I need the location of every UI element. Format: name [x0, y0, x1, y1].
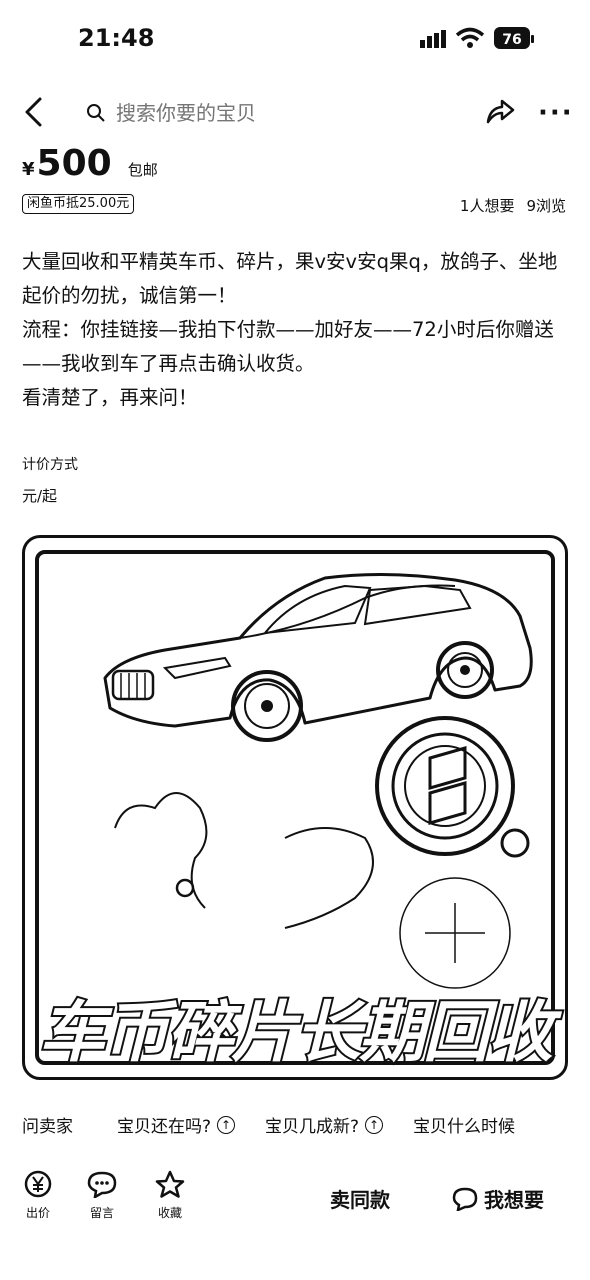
shipping-label: 包邮: [127, 161, 158, 179]
pricing-method-value: 元/起: [22, 487, 58, 505]
image-banner-text: 车币碎片长期回收: [37, 994, 555, 1071]
description-paragraph: 大量回收和平精英车币、碎片，果v安v安q果q，放鸽子、坐地起价的勿扰，诚信第一！: [22, 250, 558, 307]
chat-bubble-icon: [87, 1171, 117, 1198]
price-section: ¥ 500 包邮: [22, 143, 158, 184]
comment-label: 留言: [89, 1206, 114, 1220]
status-time: 21:48: [78, 24, 155, 52]
bid-label: 出价: [25, 1206, 50, 1220]
star-icon: [155, 1170, 185, 1198]
back-arrow-icon[interactable]: [22, 96, 46, 128]
search-input[interactable]: [114, 100, 438, 126]
wants-count: 1人想要: [459, 197, 515, 215]
want-label: 我想要: [484, 1188, 544, 1212]
quick-question-text: 宝贝还在吗?: [117, 1117, 212, 1137]
favorite-label: 收藏: [157, 1206, 182, 1220]
want-button[interactable]: 我想要: [452, 1184, 544, 1213]
signal-icon: [420, 30, 446, 48]
top-nav: ···: [0, 88, 590, 136]
quick-question-chip[interactable]: 宝贝几成新? ↑: [265, 1112, 384, 1137]
favorite-button[interactable]: 收藏: [150, 1170, 190, 1221]
item-stats: 1人想要 9浏览: [460, 195, 566, 216]
product-image[interactable]: 车币碎片长期回收: [22, 535, 568, 1080]
quick-question-text: 宝贝什么时候: [413, 1117, 516, 1137]
arrow-up-icon: ↑: [217, 1115, 236, 1134]
pricing-method-label: 计价方式: [22, 457, 78, 473]
chat-icon: [452, 1187, 478, 1211]
quick-question-chip[interactable]: 宝贝还在吗? ↑: [117, 1112, 236, 1137]
currency-symbol: ¥: [22, 159, 35, 180]
car-illustration: [103, 572, 533, 989]
coin-deduct-badge: 闲鱼币抵25.00元: [22, 194, 135, 214]
price-amount: 500: [36, 143, 112, 184]
battery-indicator: 76: [494, 27, 534, 49]
description-paragraph: 流程：你挂链接—我拍下付款——加好友——72小时后你赠送——我收到车了再点击确认…: [22, 318, 554, 375]
comment-button[interactable]: 留言: [82, 1170, 122, 1221]
ask-seller-label: 问卖家: [22, 1117, 73, 1137]
quick-question-text: 宝贝几成新?: [265, 1117, 360, 1137]
item-description: 大量回收和平精英车币、碎片，果v安v安q果q，放鸽子、坐地起价的勿扰，诚信第一！…: [22, 245, 567, 415]
wifi-icon: [455, 27, 485, 48]
quick-questions: 问卖家 宝贝还在吗? ↑ 宝贝几成新? ↑ 宝贝什么时候: [22, 1112, 590, 1137]
status-bar: 21:48 76: [0, 0, 590, 80]
views-count: 9浏览: [526, 197, 566, 215]
search-icon: [87, 104, 105, 122]
yen-coin-icon: [24, 1170, 52, 1198]
sell-same-button[interactable]: 卖同款: [330, 1184, 390, 1213]
description-paragraph: 看清楚了，再来问！: [22, 386, 198, 409]
bottom-action-bar: 出价 留言 收藏 卖同款 我想要: [0, 1168, 590, 1238]
search-bar[interactable]: [86, 98, 438, 128]
quick-question-chip[interactable]: 宝贝什么时候: [413, 1112, 515, 1137]
share-icon[interactable]: [484, 96, 516, 126]
more-options-icon[interactable]: ···: [538, 98, 574, 128]
arrow-up-icon: ↑: [365, 1115, 384, 1134]
bid-button[interactable]: 出价: [18, 1170, 58, 1221]
